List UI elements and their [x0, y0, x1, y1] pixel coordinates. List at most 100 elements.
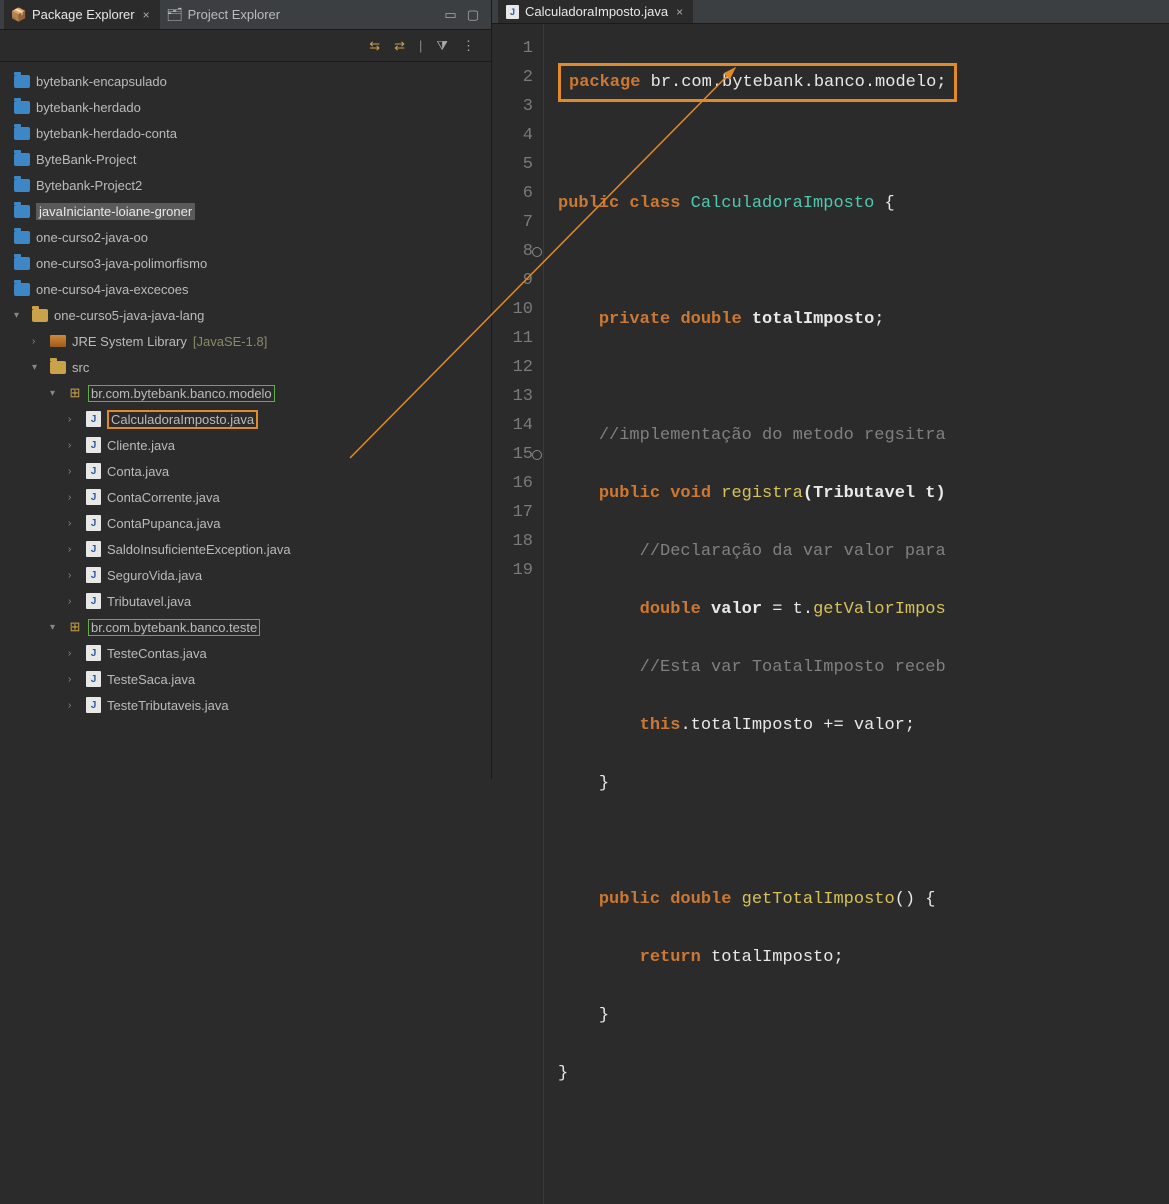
brace: }	[558, 1064, 568, 1083]
tree-project[interactable]: one-curso3-java-polimorfismo	[10, 250, 491, 276]
tree-label: CalculadoraImposto.java	[107, 410, 258, 429]
tree-label-version: [JavaSE-1.8]	[193, 334, 267, 349]
tree-file[interactable]: ›JSaldoInsuficienteException.java	[10, 536, 491, 562]
java-file-icon: J	[86, 515, 101, 531]
tree-project[interactable]: bytebank-herdado	[10, 94, 491, 120]
package-declaration-highlight: package br.com.bytebank.banco.modelo;	[558, 63, 957, 102]
close-icon[interactable]: ×	[141, 8, 152, 22]
tree-file[interactable]: ›JTributavel.java	[10, 588, 491, 614]
chevron-right-icon[interactable]: ›	[68, 466, 80, 477]
line-number: 2	[492, 63, 533, 92]
chevron-right-icon[interactable]: ›	[32, 336, 44, 347]
explorer-toolbar: ⇆ ⇄ | ⧩ ⋮	[0, 30, 491, 62]
tree-label: bytebank-herdado-conta	[36, 126, 177, 141]
editor-panel: J CalculadoraImposto.java × 1 2 3 4 5 6 …	[492, 0, 1169, 779]
src-folder-icon	[50, 361, 66, 374]
chevron-right-icon[interactable]: ›	[68, 700, 80, 711]
folder-icon	[14, 257, 30, 270]
tree-project[interactable]: one-curso4-java-excecoes	[10, 276, 491, 302]
chevron-right-icon[interactable]: ›	[68, 596, 80, 607]
java-file-icon: J	[86, 463, 101, 479]
tree-file[interactable]: ›JContaPupanca.java	[10, 510, 491, 536]
tree-jre[interactable]: › JRE System Library [JavaSE-1.8]	[10, 328, 491, 354]
tree-label: ContaCorrente.java	[107, 490, 220, 505]
chevron-right-icon[interactable]: ›	[68, 440, 80, 451]
tree-label: bytebank-encapsulado	[36, 74, 167, 89]
code-editor[interactable]: 1 2 3 4 5 6 7 8 9 10 11 12 13 14 15 16 1…	[492, 24, 1169, 1204]
java-file-icon: J	[86, 567, 101, 583]
tree-file[interactable]: ›JTesteTributaveis.java	[10, 692, 491, 718]
tree-project[interactable]: bytebank-herdado-conta	[10, 120, 491, 146]
folder-icon	[14, 75, 30, 88]
package-explorer-icon: 📦	[12, 8, 26, 22]
tree-file[interactable]: ›JTesteContas.java	[10, 640, 491, 666]
chevron-right-icon[interactable]: ›	[68, 674, 80, 685]
project-explorer-icon: 🗂	[168, 8, 182, 22]
tree-file[interactable]: › J Conta.java	[10, 458, 491, 484]
tree-project[interactable]: bytebank-encapsulado	[10, 68, 491, 94]
brace: }	[599, 774, 609, 793]
keyword: package	[569, 73, 640, 92]
tab-project-explorer[interactable]: 🗂 Project Explorer	[160, 0, 288, 29]
collapse-all-icon[interactable]: ⇆	[369, 38, 380, 54]
view-menu-icon[interactable]: ⋮	[462, 38, 475, 54]
punct: = t.	[762, 600, 813, 619]
tree-project-open[interactable]: ▾ one-curso5-java-java-lang	[10, 302, 491, 328]
chevron-down-icon[interactable]: ▾	[50, 622, 62, 633]
tab-label: Project Explorer	[188, 7, 280, 22]
chevron-right-icon[interactable]: ›	[68, 544, 80, 555]
keyword: public	[558, 194, 619, 213]
tree-label: br.com.bytebank.banco.modelo	[88, 385, 275, 402]
chevron-right-icon[interactable]: ›	[68, 570, 80, 581]
chevron-right-icon[interactable]: ›	[68, 414, 80, 425]
method-name: getTotalImposto	[742, 890, 895, 909]
editor-tab-label: CalculadoraImposto.java	[525, 4, 668, 19]
java-file-icon: J	[86, 489, 101, 505]
tree-file[interactable]: ›JCliente.java	[10, 432, 491, 458]
close-icon[interactable]: ×	[674, 5, 685, 19]
chevron-down-icon[interactable]: ▾	[14, 310, 26, 321]
maximize-icon[interactable]: ▢	[467, 7, 479, 23]
folder-icon	[14, 153, 30, 166]
tree-project[interactable]: Bytebank-Project2	[10, 172, 491, 198]
chevron-down-icon[interactable]: ▾	[32, 362, 44, 373]
code-content[interactable]: package br.com.bytebank.banco.modelo; pu…	[544, 24, 957, 1204]
line-number: 1	[492, 34, 533, 63]
tree-project[interactable]: ByteBank-Project	[10, 146, 491, 172]
keyword: this	[640, 716, 681, 735]
folder-icon	[14, 231, 30, 244]
java-file-icon: J	[86, 437, 101, 453]
folder-icon	[14, 205, 30, 218]
folder-icon	[14, 179, 30, 192]
project-tree[interactable]: bytebank-encapsulado bytebank-herdado by…	[0, 62, 491, 779]
tree-package-modelo[interactable]: ▾ ⊞ br.com.bytebank.banco.modelo	[10, 380, 491, 406]
chevron-down-icon[interactable]: ▾	[50, 388, 62, 399]
chevron-right-icon[interactable]: ›	[68, 648, 80, 659]
editor-tab-calculadora[interactable]: J CalculadoraImposto.java ×	[498, 0, 693, 23]
folder-open-icon	[32, 309, 48, 322]
link-editor-icon[interactable]: ⇄	[394, 38, 405, 54]
chevron-right-icon[interactable]: ›	[68, 492, 80, 503]
class-name: CalculadoraImposto	[691, 194, 875, 213]
tab-package-explorer[interactable]: 📦 Package Explorer ×	[4, 0, 160, 29]
tree-file[interactable]: ›JSeguroVida.java	[10, 562, 491, 588]
tree-file-calculadora[interactable]: › J CalculadoraImposto.java	[10, 406, 491, 432]
tree-project[interactable]: javaIniciante-loiane-groner	[10, 198, 491, 224]
line-number: 12	[492, 353, 533, 382]
tree-package-teste[interactable]: ▾ ⊞ br.com.bytebank.banco.teste	[10, 614, 491, 640]
tab-label: Package Explorer	[32, 7, 135, 22]
tree-label: br.com.bytebank.banco.teste	[88, 619, 260, 636]
tree-file[interactable]: ›JTesteSaca.java	[10, 666, 491, 692]
tree-label: one-curso2-java-oo	[36, 230, 148, 245]
java-file-icon: J	[86, 645, 101, 661]
tree-src[interactable]: ▾ src	[10, 354, 491, 380]
tree-label: SaldoInsuficienteException.java	[107, 542, 291, 557]
filter-icon[interactable]: ⧩	[436, 38, 448, 54]
minimize-icon[interactable]: ▭	[444, 7, 456, 23]
tree-label: Conta.java	[107, 464, 169, 479]
package-icon: ⊞	[68, 386, 82, 400]
keyword: class	[629, 194, 680, 213]
chevron-right-icon[interactable]: ›	[68, 518, 80, 529]
tree-file[interactable]: › J ContaCorrente.java	[10, 484, 491, 510]
tree-project[interactable]: one-curso2-java-oo	[10, 224, 491, 250]
